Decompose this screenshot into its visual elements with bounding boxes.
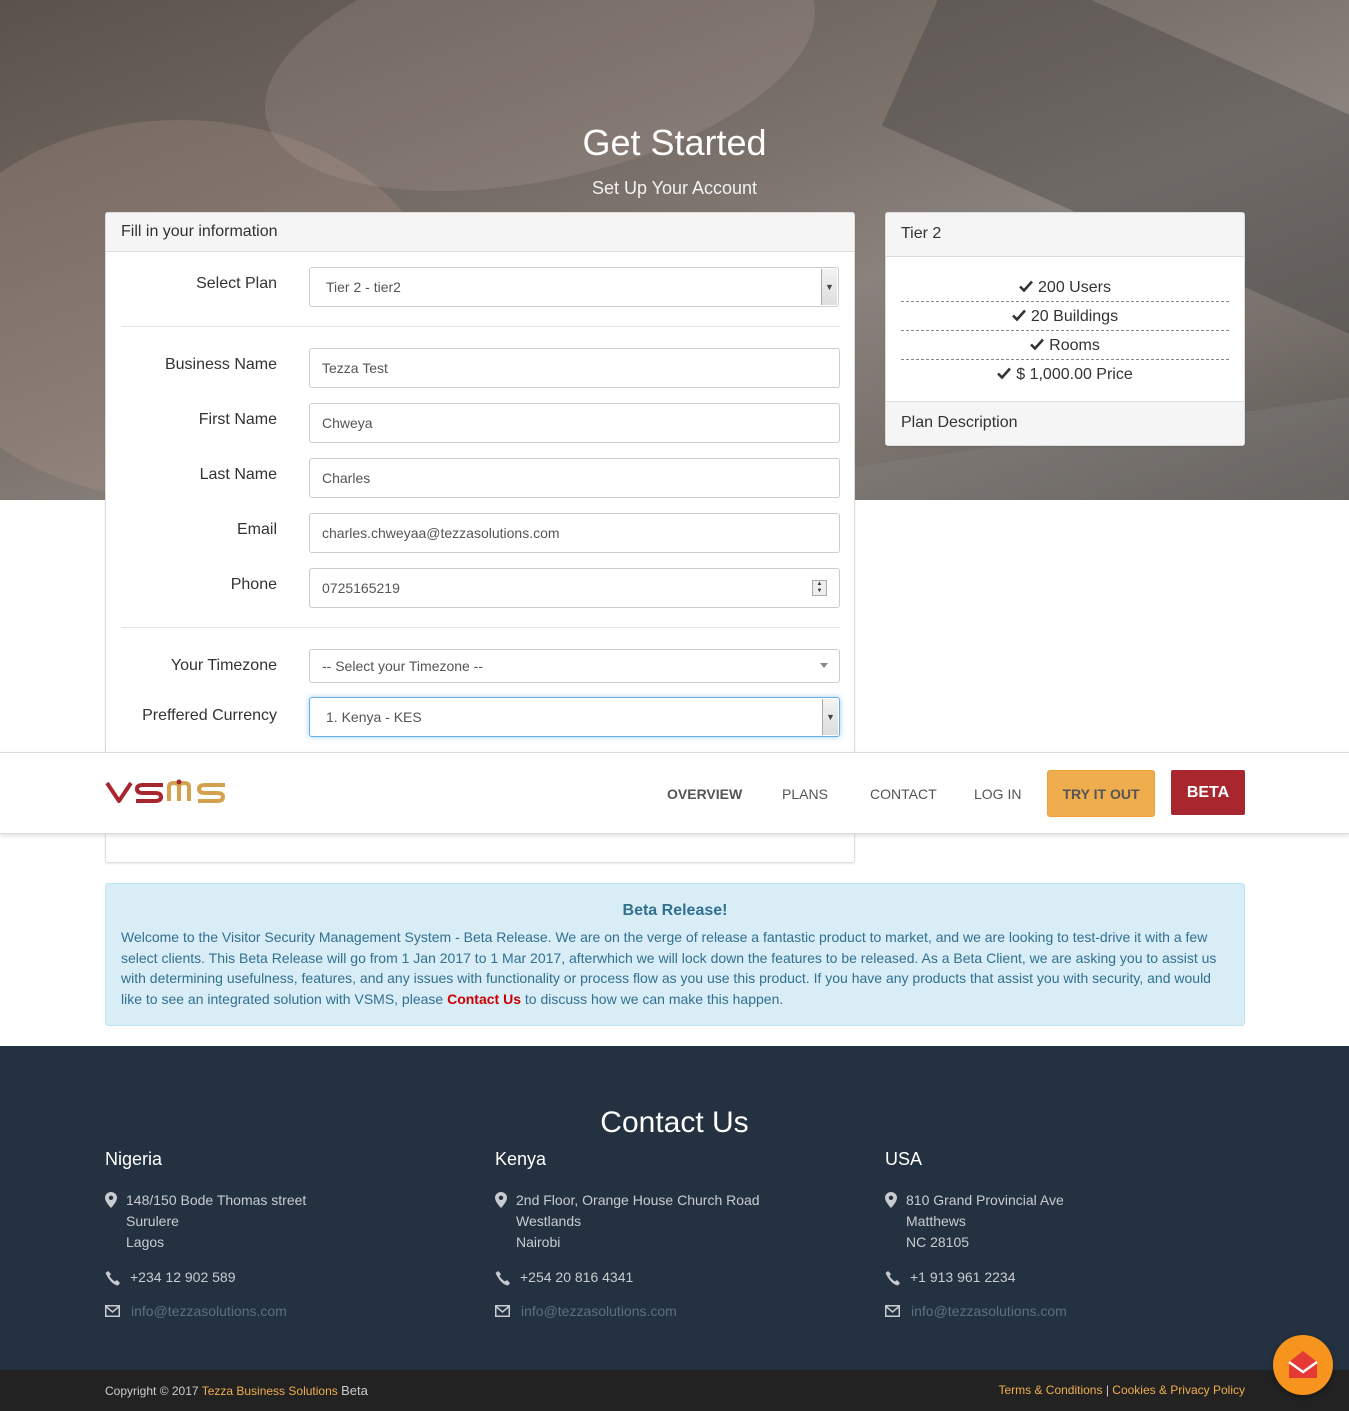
number-spinner-icon[interactable]: ▲ ▼: [812, 580, 827, 596]
currency-label: Preffered Currency: [142, 707, 277, 724]
office-kenya: Kenya 2nd Floor, Orange House Church Roa…: [495, 1149, 875, 1319]
plan-label: Select Plan: [196, 275, 277, 292]
envelope-icon: [495, 1305, 510, 1317]
plan-select[interactable]: Tier 2 - tier2 ▼: [309, 267, 839, 307]
terms-link[interactable]: Terms & Conditions: [998, 1383, 1102, 1397]
currency-select-value: 1. Kenya - KES: [326, 709, 422, 725]
tier-feature: 200 Users: [901, 273, 1229, 302]
email-link[interactable]: info@tezzasolutions.com: [911, 1303, 1067, 1319]
tier-feature: Rooms: [901, 331, 1229, 360]
alert-text: Welcome to the Visitor Security Manageme…: [121, 929, 1217, 1007]
timezone-select-value: -- Select your Timezone --: [322, 658, 484, 674]
chevron-down-icon[interactable]: ▼: [822, 699, 838, 735]
currency-select[interactable]: 1. Kenya - KES ▼: [309, 697, 840, 737]
vsms-logo[interactable]: [105, 779, 257, 805]
chevron-down-icon[interactable]: ▼: [821, 269, 837, 305]
first-name-field[interactable]: Chweya: [309, 403, 840, 443]
check-icon: [997, 367, 1012, 380]
office-nigeria: Nigeria 148/150 Bode Thomas street Surul…: [105, 1149, 485, 1319]
company-link[interactable]: Tezza Business Solutions: [202, 1384, 338, 1398]
envelope-open-icon: [1288, 1351, 1318, 1378]
office-phone: +1 913 961 2234: [885, 1269, 1265, 1286]
envelope-icon: [105, 1305, 120, 1317]
nav-contact[interactable]: CONTACT: [870, 786, 937, 802]
office-usa: USA 810 Grand Provincial Ave Matthews NC…: [885, 1149, 1265, 1319]
plan-description: Plan Description: [886, 401, 1244, 445]
office-email: info@tezzasolutions.com: [885, 1303, 1265, 1319]
office-phone: +234 12 902 589: [105, 1269, 485, 1286]
form-heading: Fill in your information: [106, 213, 854, 252]
email-link[interactable]: info@tezzasolutions.com: [521, 1303, 677, 1319]
nav-overview[interactable]: OVERVIEW: [667, 786, 742, 802]
phone-icon: [495, 1271, 510, 1286]
floating-mail-button[interactable]: [1273, 1335, 1333, 1395]
nav-plans[interactable]: PLANS: [782, 786, 828, 802]
phone-icon: [105, 1271, 120, 1286]
beta-button[interactable]: BETA: [1171, 770, 1245, 815]
first-name-label: First Name: [198, 411, 277, 428]
map-marker-icon: [105, 1192, 117, 1208]
office-country: Nigeria: [105, 1149, 163, 1169]
plan-select-value: Tier 2 - tier2: [326, 279, 401, 295]
timezone-label: Your Timezone: [170, 657, 277, 674]
phone-icon: [885, 1271, 900, 1286]
page-footer: Copyright © 2017 Tezza Business Solution…: [0, 1370, 1349, 1411]
office-email: info@tezzasolutions.com: [495, 1303, 875, 1319]
check-icon: [1030, 338, 1045, 351]
last-name-label: Last Name: [199, 466, 277, 483]
map-marker-icon: [885, 1192, 897, 1208]
phone-label: Phone: [230, 576, 277, 593]
check-icon: [1019, 280, 1034, 293]
last-name-field[interactable]: Charles: [309, 458, 840, 498]
hero-title: Get Started: [582, 122, 767, 163]
tier-feature: 20 Buildings: [901, 302, 1229, 331]
contact-us-link[interactable]: Contact Us: [447, 991, 521, 1007]
business-label: Business Name: [164, 356, 277, 373]
office-address: 810 Grand Provincial Ave Matthews NC 281…: [885, 1190, 1265, 1253]
map-marker-icon: [495, 1192, 507, 1208]
legal-links: Terms & Conditions | Cookies & Privacy P…: [998, 1383, 1245, 1397]
timezone-select[interactable]: -- Select your Timezone --: [309, 649, 840, 683]
try-it-out-button[interactable]: TRY IT OUT: [1047, 770, 1155, 817]
office-email: info@tezzasolutions.com: [105, 1303, 485, 1319]
hero-subtitle: Set Up Your Account: [591, 178, 758, 198]
divider: [121, 326, 840, 327]
check-icon: [1011, 309, 1026, 322]
office-address: 148/150 Bode Thomas street Surulere Lago…: [105, 1190, 485, 1253]
caret-down-icon: [820, 663, 828, 668]
contact-title: Contact Us: [600, 1106, 749, 1139]
nav-login[interactable]: LOG IN: [974, 786, 1021, 802]
phone-value: 0725165219: [322, 580, 400, 596]
tier-title: Tier 2: [886, 213, 1244, 257]
email-label: Email: [236, 521, 277, 538]
office-country: USA: [885, 1149, 923, 1169]
office-address: 2nd Floor, Orange House Church Road West…: [495, 1190, 875, 1253]
tier-feature: $ 1,000.00 Price: [901, 360, 1229, 389]
email-link[interactable]: info@tezzasolutions.com: [131, 1303, 287, 1319]
office-country: Kenya: [495, 1149, 547, 1169]
business-name-field[interactable]: Tezza Test: [309, 348, 840, 388]
top-navbar: OVERVIEW PLANS CONTACT LOG IN TRY IT OUT…: [0, 752, 1349, 834]
envelope-icon: [885, 1305, 900, 1317]
divider: [121, 627, 840, 628]
beta-release-alert: Beta Release! Welcome to the Visitor Sec…: [105, 883, 1245, 1026]
privacy-link[interactable]: Cookies & Privacy Policy: [1112, 1383, 1245, 1397]
office-phone: +254 20 816 4341: [495, 1269, 875, 1286]
copyright: Copyright © 2017 Tezza Business Solution…: [105, 1383, 368, 1398]
tier-summary-panel: Tier 2 200 Users 20 Buildings Rooms $ 1,…: [885, 212, 1245, 446]
phone-field[interactable]: 0725165219 ▲ ▼: [309, 568, 840, 608]
contact-section: Contact Us Nigeria 148/150 Bode Thomas s…: [0, 1046, 1349, 1370]
email-field[interactable]: charles.chweyaa@tezzasolutions.com: [309, 513, 840, 553]
alert-title: Beta Release!: [622, 902, 728, 919]
